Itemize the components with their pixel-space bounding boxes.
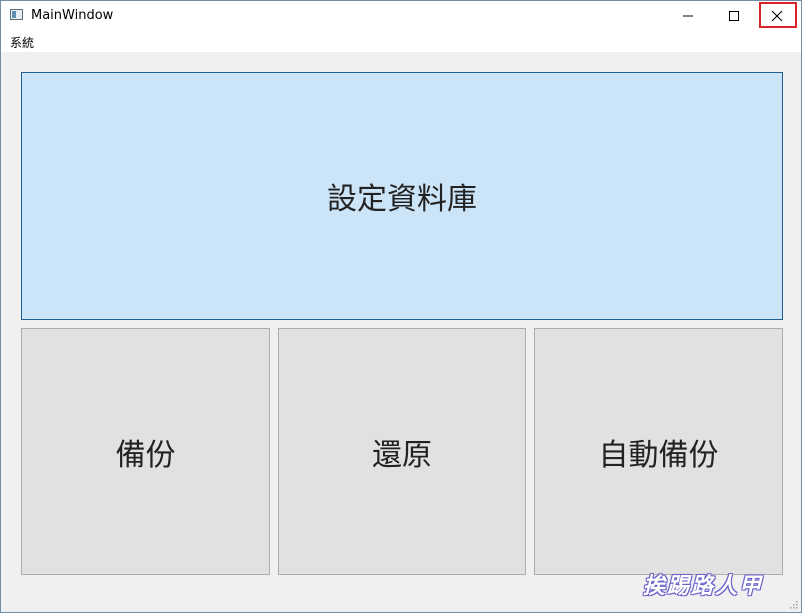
minimize-icon <box>683 15 693 17</box>
set-database-button[interactable]: 設定資料庫 <box>21 72 783 320</box>
close-icon <box>771 10 783 22</box>
main-window: MainWindow 系統 設定資料庫 備份 還原 自動備份 挨踢路人甲 <box>0 0 802 613</box>
minimize-button[interactable] <box>665 1 711 31</box>
app-icon <box>10 9 23 20</box>
restore-button[interactable]: 還原 <box>278 328 526 575</box>
maximize-button[interactable] <box>711 1 757 31</box>
close-button[interactable] <box>757 1 797 31</box>
auto-backup-button[interactable]: 自動備份 <box>534 328 783 575</box>
size-grip-icon[interactable] <box>788 599 798 609</box>
backup-button[interactable]: 備份 <box>21 328 270 575</box>
title-bar[interactable]: MainWindow <box>1 1 801 31</box>
window-title: MainWindow <box>31 8 114 23</box>
menu-item-system[interactable]: 系統 <box>7 34 37 51</box>
menu-bar: 系統 <box>1 31 801 52</box>
maximize-icon <box>729 11 739 21</box>
watermark: 挨踢路人甲 <box>642 574 763 599</box>
